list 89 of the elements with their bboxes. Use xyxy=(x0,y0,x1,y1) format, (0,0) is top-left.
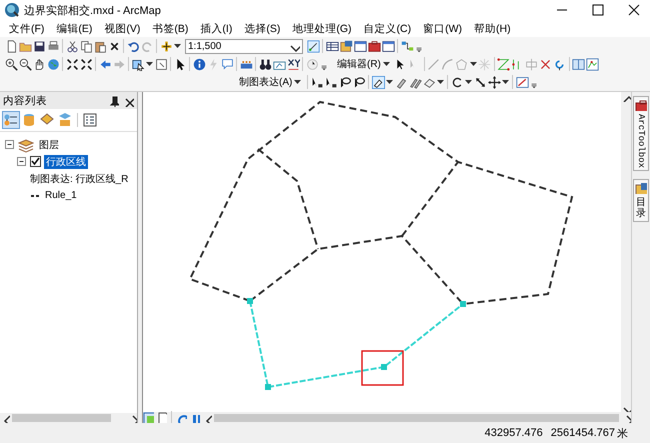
layer-label[interactable]: Rule_1 xyxy=(43,190,79,201)
caret-icon[interactable] xyxy=(437,80,444,84)
zoom-out-icon[interactable] xyxy=(18,58,32,70)
direct-select-icon[interactable] xyxy=(372,76,385,88)
pin-icon[interactable] xyxy=(107,94,119,106)
window-title: 边界实部相交.mxd - ArcMap xyxy=(24,4,162,18)
back-arrow-icon[interactable] xyxy=(98,58,112,70)
paste-icon[interactable] xyxy=(94,40,106,52)
python-window-icon[interactable] xyxy=(382,40,394,52)
sketch-properties-icon[interactable] xyxy=(586,58,600,70)
menu-item[interactable]: 文件(F) xyxy=(4,20,50,36)
scale-field[interactable]: 1:1,500 xyxy=(185,38,303,54)
scrollbar-thumb[interactable] xyxy=(214,414,619,422)
editor-toolbar-icon[interactable] xyxy=(306,40,320,52)
menu-item[interactable]: 插入(I) xyxy=(195,20,238,36)
collapse-icon[interactable] xyxy=(16,156,27,167)
scissors-icon[interactable] xyxy=(66,40,78,52)
menu-item[interactable]: 选择(S) xyxy=(239,20,286,36)
x-coordinate: 432957.476 xyxy=(484,427,543,439)
representation-properties-icon[interactable] xyxy=(516,76,529,88)
move-icon[interactable] xyxy=(488,76,501,88)
search-window-icon[interactable] xyxy=(354,40,366,52)
menu-item[interactable]: 地理处理(G) xyxy=(287,20,357,36)
xy-icon[interactable] xyxy=(286,58,300,70)
checkbox[interactable] xyxy=(30,156,41,167)
clear-selection-icon[interactable] xyxy=(154,58,168,70)
layout-view-icon[interactable] xyxy=(143,412,154,423)
info-icon[interactable] xyxy=(192,58,206,70)
caret-icon[interactable] xyxy=(465,80,472,84)
save-icon[interactable] xyxy=(32,40,46,52)
caret-icon xyxy=(294,80,302,84)
panel-icon[interactable] xyxy=(572,58,586,70)
scrollbar-thumb[interactable] xyxy=(12,414,111,422)
cross-mark-icon[interactable] xyxy=(539,58,552,70)
close-icon[interactable] xyxy=(626,2,642,18)
unit-label: 米 xyxy=(617,426,628,440)
caret-icon[interactable] xyxy=(502,80,510,84)
fixed-zoom-in-icon[interactable] xyxy=(66,58,78,70)
lasso-select-icon[interactable] xyxy=(338,76,352,88)
add-data-icon[interactable] xyxy=(160,40,172,52)
fixed-zoom-out-icon[interactable] xyxy=(80,58,92,70)
catalog-tab[interactable]: 目录 xyxy=(633,179,649,222)
representation-menu-button[interactable]: 制图表达(A) xyxy=(237,74,304,90)
menu-item[interactable]: 编辑(E) xyxy=(51,20,98,36)
caret-icon[interactable] xyxy=(174,44,181,48)
catalog-icon xyxy=(635,182,647,194)
delete-icon[interactable] xyxy=(108,40,120,52)
panel-title: 内容列表 xyxy=(3,94,48,108)
layer-label[interactable]: 制图表达: 行政区线_R xyxy=(28,172,130,186)
menu-item[interactable]: 自定义(C) xyxy=(358,20,416,36)
zoom-in-icon[interactable] xyxy=(4,58,18,70)
catalog-icon[interactable] xyxy=(340,40,352,52)
editor-menu-button[interactable]: 编辑器(R) xyxy=(335,56,392,72)
binoculars-icon[interactable] xyxy=(258,58,272,70)
menu-item[interactable]: 书签(B) xyxy=(147,20,194,36)
list-by-drawing-order-icon[interactable] xyxy=(3,112,19,128)
caret-icon[interactable] xyxy=(386,80,394,84)
rotate-icon[interactable] xyxy=(553,58,566,70)
y-coordinate: 2561454.767 xyxy=(550,427,615,439)
speech-bubble-icon[interactable] xyxy=(220,58,234,70)
menu-item[interactable]: 窗口(W) xyxy=(418,20,467,36)
highlight-frame xyxy=(361,350,404,386)
select-part-icon[interactable] xyxy=(324,76,338,88)
toolbox-icon xyxy=(635,99,647,111)
model-builder-icon[interactable] xyxy=(400,40,414,52)
table-icon[interactable] xyxy=(326,40,338,52)
menu-item[interactable]: 帮助(H) xyxy=(469,20,516,36)
layer-label[interactable]: 行政区线 xyxy=(44,154,88,168)
topology-icon[interactable] xyxy=(497,58,510,70)
undo-icon[interactable] xyxy=(126,40,140,52)
select-features-icon[interactable] xyxy=(132,58,144,70)
layers-icon xyxy=(18,136,34,152)
layer-label[interactable]: 图层 xyxy=(37,138,61,152)
app-logo-icon xyxy=(4,2,20,18)
star-icon[interactable] xyxy=(478,58,492,70)
options-icon[interactable] xyxy=(82,112,98,128)
caret-icon[interactable] xyxy=(146,62,153,66)
toolbox-tab[interactable]: ArcToolbox xyxy=(633,96,649,172)
collapse-icon[interactable] xyxy=(4,139,15,150)
maximize-icon[interactable] xyxy=(590,2,606,18)
caret-icon[interactable] xyxy=(470,62,477,66)
copy-icon[interactable] xyxy=(80,40,92,52)
lasso-part-icon[interactable] xyxy=(352,76,366,88)
caret-icon xyxy=(382,62,390,66)
select-representation-icon[interactable] xyxy=(310,76,324,88)
resize-icon[interactable] xyxy=(474,76,487,88)
menu-item[interactable]: 视图(V) xyxy=(99,20,146,36)
printer-icon[interactable] xyxy=(46,40,60,52)
toolbox-icon[interactable] xyxy=(368,40,380,52)
